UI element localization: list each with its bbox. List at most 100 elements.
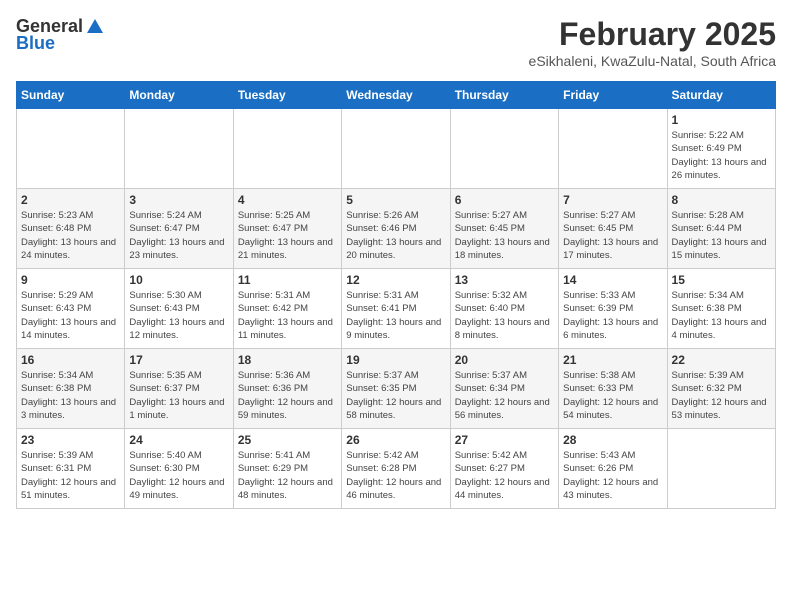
- day-detail: Sunrise: 5:31 AM Sunset: 6:42 PM Dayligh…: [238, 290, 333, 341]
- header-saturday: Saturday: [667, 82, 775, 109]
- day-number: 14: [563, 273, 662, 287]
- day-detail: Sunrise: 5:23 AM Sunset: 6:48 PM Dayligh…: [21, 210, 116, 261]
- day-number: 28: [563, 433, 662, 447]
- table-row: 1 Sunrise: 5:22 AM Sunset: 6:49 PM Daylig…: [667, 109, 775, 189]
- day-number: 27: [455, 433, 554, 447]
- table-row: 24Sunrise: 5:40 AM Sunset: 6:30 PM Dayli…: [125, 429, 233, 509]
- day-number: 4: [238, 193, 337, 207]
- day-detail: Sunrise: 5:34 AM Sunset: 6:38 PM Dayligh…: [672, 290, 767, 341]
- calendar-table: Sunday Monday Tuesday Wednesday Thursday…: [16, 81, 776, 509]
- table-row: 27 Sunrise: 5:42 AM Sunset: 6:27 PM Dayli…: [450, 429, 558, 509]
- day-detail: Sunrise: 5:39 AM Sunset: 6:32 PM Dayligh…: [672, 370, 767, 421]
- table-row: 26 Sunrise: 5:42 AM Sunset: 6:28 PM Dayli…: [342, 429, 450, 509]
- day-detail: Sunrise: 5:41 AM Sunset: 6:29 PM Dayligh…: [238, 450, 333, 501]
- day-number: 22: [672, 353, 771, 367]
- day-detail: Sunrise: 5:28 AM Sunset: 6:44 PM Dayligh…: [672, 210, 767, 261]
- table-row: 16 Sunrise: 5:34 AM Sunset: 6:38 PM Dayli…: [17, 349, 125, 429]
- table-row: [233, 109, 341, 189]
- table-row: 6 Sunrise: 5:27 AM Sunset: 6:45 PM Daylig…: [450, 189, 558, 269]
- day-number: 24: [129, 433, 228, 447]
- table-row: 7 Sunrise: 5:27 AM Sunset: 6:45 PM Daylig…: [559, 189, 667, 269]
- day-number: 12: [346, 273, 445, 287]
- table-row: 23 Sunrise: 5:39 AM Sunset: 6:31 PM Dayli…: [17, 429, 125, 509]
- calendar-title: February 2025: [529, 16, 776, 53]
- calendar-week-row: 1 Sunrise: 5:22 AM Sunset: 6:49 PM Daylig…: [17, 109, 776, 189]
- day-number: 25: [238, 433, 337, 447]
- day-number: 10: [129, 273, 228, 287]
- day-number: 8: [672, 193, 771, 207]
- table-row: 2 Sunrise: 5:23 AM Sunset: 6:48 PM Daylig…: [17, 189, 125, 269]
- day-number: 3: [129, 193, 228, 207]
- day-detail: Sunrise: 5:36 AM Sunset: 6:36 PM Dayligh…: [238, 370, 333, 421]
- day-number: 21: [563, 353, 662, 367]
- day-number: 15: [672, 273, 771, 287]
- table-row: 25 Sunrise: 5:41 AM Sunset: 6:29 PM Dayli…: [233, 429, 341, 509]
- calendar-week-row: 2 Sunrise: 5:23 AM Sunset: 6:48 PM Daylig…: [17, 189, 776, 269]
- day-detail: Sunrise: 5:24 AM Sunset: 6:47 PM Dayligh…: [129, 210, 224, 261]
- table-row: 8 Sunrise: 5:28 AM Sunset: 6:44 PM Daylig…: [667, 189, 775, 269]
- day-detail: Sunrise: 5:42 AM Sunset: 6:27 PM Dayligh…: [455, 450, 550, 501]
- table-row: 21 Sunrise: 5:38 AM Sunset: 6:33 PM Dayli…: [559, 349, 667, 429]
- day-number: 20: [455, 353, 554, 367]
- day-number: 17: [129, 353, 228, 367]
- day-number: 1: [672, 113, 771, 127]
- table-row: 19 Sunrise: 5:37 AM Sunset: 6:35 PM Dayli…: [342, 349, 450, 429]
- day-detail: Sunrise: 5:22 AM Sunset: 6:49 PM Dayligh…: [672, 130, 767, 181]
- day-detail: Sunrise: 5:35 AM Sunset: 6:37 PM Dayligh…: [129, 370, 224, 421]
- logo: General Blue: [16, 16, 105, 54]
- day-detail: Sunrise: 5:30 AM Sunset: 6:43 PM Dayligh…: [129, 290, 224, 341]
- day-detail: Sunrise: 5:27 AM Sunset: 6:45 PM Dayligh…: [563, 210, 658, 261]
- day-detail: Sunrise: 5:38 AM Sunset: 6:33 PM Dayligh…: [563, 370, 658, 421]
- logo-blue-text: Blue: [16, 33, 55, 54]
- header-thursday: Thursday: [450, 82, 558, 109]
- table-row: 4 Sunrise: 5:25 AM Sunset: 6:47 PM Daylig…: [233, 189, 341, 269]
- day-number: 19: [346, 353, 445, 367]
- table-row: 12 Sunrise: 5:31 AM Sunset: 6:41 PM Dayli…: [342, 269, 450, 349]
- calendar-subtitle: eSikhaleni, KwaZulu-Natal, South Africa: [529, 53, 776, 69]
- day-number: 18: [238, 353, 337, 367]
- logo-icon: [85, 17, 105, 37]
- day-detail: Sunrise: 5:37 AM Sunset: 6:34 PM Dayligh…: [455, 370, 550, 421]
- table-row: [667, 429, 775, 509]
- table-row: [559, 109, 667, 189]
- table-row: [450, 109, 558, 189]
- day-number: 16: [21, 353, 120, 367]
- table-row: 20 Sunrise: 5:37 AM Sunset: 6:34 PM Dayli…: [450, 349, 558, 429]
- table-row: [17, 109, 125, 189]
- day-number: 23: [21, 433, 120, 447]
- table-row: 9 Sunrise: 5:29 AM Sunset: 6:43 PM Daylig…: [17, 269, 125, 349]
- day-number: 2: [21, 193, 120, 207]
- weekday-header-row: Sunday Monday Tuesday Wednesday Thursday…: [17, 82, 776, 109]
- page-header: General Blue February 2025 eSikhaleni, K…: [16, 16, 776, 69]
- day-detail: Sunrise: 5:43 AM Sunset: 6:26 PM Dayligh…: [563, 450, 658, 501]
- day-number: 6: [455, 193, 554, 207]
- day-detail: Sunrise: 5:32 AM Sunset: 6:40 PM Dayligh…: [455, 290, 550, 341]
- table-row: 15 Sunrise: 5:34 AM Sunset: 6:38 PM Dayli…: [667, 269, 775, 349]
- day-detail: Sunrise: 5:27 AM Sunset: 6:45 PM Dayligh…: [455, 210, 550, 261]
- table-row: [125, 109, 233, 189]
- day-number: 5: [346, 193, 445, 207]
- header-monday: Monday: [125, 82, 233, 109]
- day-number: 26: [346, 433, 445, 447]
- table-row: 17 Sunrise: 5:35 AM Sunset: 6:37 PM Dayli…: [125, 349, 233, 429]
- calendar-week-row: 16 Sunrise: 5:34 AM Sunset: 6:38 PM Dayli…: [17, 349, 776, 429]
- day-detail: Sunrise: 5:29 AM Sunset: 6:43 PM Dayligh…: [21, 290, 116, 341]
- day-detail: Sunrise: 5:31 AM Sunset: 6:41 PM Dayligh…: [346, 290, 441, 341]
- day-number: 13: [455, 273, 554, 287]
- header-tuesday: Tuesday: [233, 82, 341, 109]
- header-wednesday: Wednesday: [342, 82, 450, 109]
- table-row: 13 Sunrise: 5:32 AM Sunset: 6:40 PM Dayli…: [450, 269, 558, 349]
- day-detail: Sunrise: 5:42 AM Sunset: 6:28 PM Dayligh…: [346, 450, 441, 501]
- table-row: 22 Sunrise: 5:39 AM Sunset: 6:32 PM Dayli…: [667, 349, 775, 429]
- day-number: 9: [21, 273, 120, 287]
- table-row: 10 Sunrise: 5:30 AM Sunset: 6:43 PM Dayli…: [125, 269, 233, 349]
- day-detail: Sunrise: 5:25 AM Sunset: 6:47 PM Dayligh…: [238, 210, 333, 261]
- day-detail: Sunrise: 5:33 AM Sunset: 6:39 PM Dayligh…: [563, 290, 658, 341]
- calendar-week-row: 9 Sunrise: 5:29 AM Sunset: 6:43 PM Daylig…: [17, 269, 776, 349]
- day-detail: Sunrise: 5:39 AM Sunset: 6:31 PM Dayligh…: [21, 450, 116, 501]
- day-detail: Sunrise: 5:37 AM Sunset: 6:35 PM Dayligh…: [346, 370, 441, 421]
- day-detail: Sunrise: 5:34 AM Sunset: 6:38 PM Dayligh…: [21, 370, 116, 421]
- table-row: [342, 109, 450, 189]
- day-number: 7: [563, 193, 662, 207]
- table-row: 14 Sunrise: 5:33 AM Sunset: 6:39 PM Dayli…: [559, 269, 667, 349]
